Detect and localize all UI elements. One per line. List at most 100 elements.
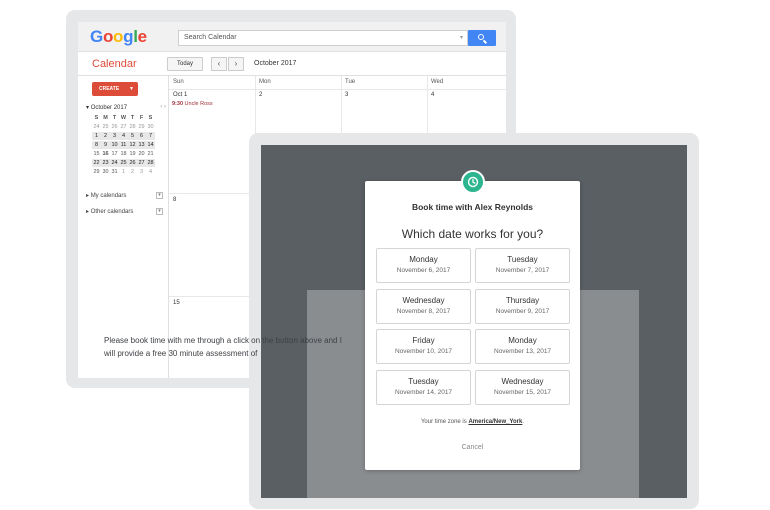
today-button[interactable]: Today xyxy=(167,57,203,71)
timezone-line: Your time zone is America/New_York. xyxy=(365,419,580,425)
logo-letter: g xyxy=(123,27,134,46)
search-input[interactable]: Search Calendar ▾ xyxy=(178,30,468,46)
mini-day[interactable]: 25 xyxy=(119,159,128,167)
background-text: Please book time with me through a click… xyxy=(104,336,342,358)
mini-day[interactable]: 27 xyxy=(119,123,128,131)
date-option-button[interactable]: Friday November 10, 2017 xyxy=(376,329,471,364)
mini-day[interactable]: 12 xyxy=(128,141,137,149)
mini-day[interactable]: 21 xyxy=(146,150,155,158)
mini-day[interactable]: 4 xyxy=(146,168,155,176)
day-header: Mon xyxy=(259,79,271,85)
event-title: Uncle Ross xyxy=(184,101,213,107)
mini-weekday: F xyxy=(139,115,144,121)
mini-nav-icons[interactable]: ‹ › xyxy=(160,104,166,110)
mini-weekday: T xyxy=(112,115,117,121)
mini-day[interactable]: 31 xyxy=(110,168,119,176)
mini-day[interactable]: 14 xyxy=(146,141,155,149)
dropdown-arrow-icon[interactable]: ▼ xyxy=(129,82,134,96)
mini-day[interactable]: 28 xyxy=(128,123,137,131)
mini-day[interactable]: 5 xyxy=(128,132,137,140)
mini-day[interactable]: 26 xyxy=(128,159,137,167)
mini-day[interactable]: 2 xyxy=(101,132,110,140)
date-option-button[interactable]: Wednesday November 8, 2017 xyxy=(376,289,471,324)
modal-title: Book time with Alex Reynolds xyxy=(411,202,534,212)
date-cell-number[interactable]: 2 xyxy=(259,92,262,98)
google-logo[interactable]: Google xyxy=(90,27,147,47)
day-header: Sun xyxy=(173,79,184,85)
mini-day[interactable]: 22 xyxy=(92,159,101,167)
logo-letter: o xyxy=(113,27,124,46)
dropdown-icon[interactable]: ▾ xyxy=(156,192,163,199)
search-button[interactable] xyxy=(468,30,496,46)
mini-day[interactable]: 26 xyxy=(110,123,119,131)
clock-badge xyxy=(461,170,485,194)
collapse-icon[interactable]: ▾ xyxy=(86,105,89,111)
mini-day[interactable]: 19 xyxy=(128,150,137,158)
calendar-sidebar: CREATE ▼ ▾ October 2017 ‹ › S M T W T F S 24 25 2… xyxy=(78,76,168,378)
mini-day[interactable]: 30 xyxy=(146,123,155,131)
mini-day[interactable]: 3 xyxy=(137,168,146,176)
mini-day[interactable]: 13 xyxy=(137,141,146,149)
mini-day[interactable]: 17 xyxy=(110,150,119,158)
mini-day[interactable]: 15 xyxy=(92,150,101,158)
other-calendars-link[interactable]: ▸ Other calendars ▾ xyxy=(86,208,176,215)
date-option-button[interactable]: Tuesday November 7, 2017 xyxy=(475,248,570,283)
mini-day[interactable]: 23 xyxy=(101,159,110,167)
booking-modal: Book time with Alex Reynolds Which date … xyxy=(365,181,580,470)
dropdown-icon[interactable]: ▾ xyxy=(156,208,163,215)
other-calendars-label: Other calendars xyxy=(90,209,134,215)
date-option-day: Wednesday xyxy=(501,377,544,386)
date-option-date: November 10, 2017 xyxy=(394,348,453,355)
mini-day[interactable]: 11 xyxy=(119,141,128,149)
date-cell-number[interactable]: 3 xyxy=(345,92,348,98)
cancel-button[interactable]: Cancel xyxy=(365,444,580,451)
create-button[interactable]: CREATE ▼ xyxy=(92,82,138,96)
mini-day[interactable]: 8 xyxy=(92,141,101,149)
calendar-event[interactable]: 9:30 Uncle Ross xyxy=(172,101,213,107)
mini-day[interactable]: 28 xyxy=(146,159,155,167)
date-option-day: Tuesday xyxy=(507,255,538,264)
mini-day[interactable]: 24 xyxy=(92,123,101,131)
mini-day[interactable]: 24 xyxy=(110,159,119,167)
date-option-date: November 7, 2017 xyxy=(495,267,550,274)
mini-day[interactable]: 20 xyxy=(137,150,146,158)
my-calendars-link[interactable]: ▸ My calendars ▾ xyxy=(86,192,176,199)
mini-day[interactable]: 1 xyxy=(92,132,101,140)
mini-day[interactable]: 4 xyxy=(119,132,128,140)
mini-day[interactable]: 10 xyxy=(110,141,119,149)
calendar-toolbar: Calendar Today ‹ › October 2017 xyxy=(78,52,506,76)
logo-letter: G xyxy=(90,27,103,46)
date-cell-number[interactable]: 4 xyxy=(431,92,434,98)
date-cell-number[interactable]: 15 xyxy=(173,300,180,306)
date-option-date: November 8, 2017 xyxy=(396,308,451,315)
date-option-button[interactable]: Monday November 13, 2017 xyxy=(475,329,570,364)
mini-day[interactable]: 9 xyxy=(101,141,110,149)
mini-day[interactable]: 18 xyxy=(119,150,128,158)
date-option-date: November 14, 2017 xyxy=(394,389,453,396)
mini-day[interactable]: 30 xyxy=(101,168,110,176)
mini-day[interactable]: 27 xyxy=(137,159,146,167)
date-option-button[interactable]: Wednesday November 15, 2017 xyxy=(475,370,570,405)
date-option-button[interactable]: Thursday November 9, 2017 xyxy=(475,289,570,324)
mini-day[interactable]: 16 xyxy=(101,150,110,158)
mini-day[interactable]: 29 xyxy=(92,168,101,176)
timezone-link[interactable]: America/New_York xyxy=(468,419,522,425)
mini-day[interactable]: 29 xyxy=(137,123,146,131)
chevron-right-icon[interactable]: › xyxy=(228,57,244,71)
mini-day[interactable]: 7 xyxy=(146,132,155,140)
date-option-button[interactable]: Monday November 6, 2017 xyxy=(376,248,471,283)
date-option-button[interactable]: Tuesday November 14, 2017 xyxy=(376,370,471,405)
date-cell-number[interactable]: Oct 1 xyxy=(173,92,187,98)
mini-day[interactable]: 3 xyxy=(110,132,119,140)
chevron-left-icon[interactable]: ‹ xyxy=(211,57,227,71)
create-label: CREATE xyxy=(99,86,120,92)
mini-day[interactable]: 2 xyxy=(128,168,137,176)
dropdown-caret-icon[interactable]: ▾ xyxy=(460,34,463,41)
mini-day[interactable]: 1 xyxy=(119,168,128,176)
mini-day[interactable]: 6 xyxy=(137,132,146,140)
mini-day[interactable]: 25 xyxy=(101,123,110,131)
date-cell-number[interactable]: 8 xyxy=(173,197,176,203)
google-header: Google Search Calendar ▾ xyxy=(78,22,506,52)
calendar-title[interactable]: Calendar xyxy=(92,58,137,70)
mini-weekday: W xyxy=(120,115,127,121)
